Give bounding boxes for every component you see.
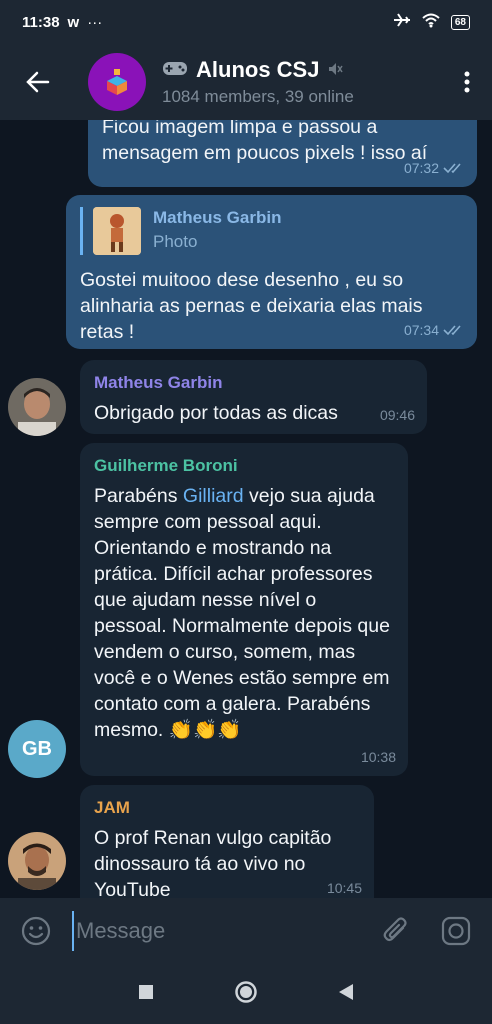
arrow-left-icon [26,71,50,93]
message-text: O prof Renan vulgo capitão dinossauro tá… [94,827,332,898]
message-incoming[interactable]: Guilherme Boroni Parabéns Gilliard vejo … [80,443,408,776]
message-time: 10:38 [360,749,396,765]
muted-icon [327,57,344,83]
message-incoming[interactable]: Matheus Garbin Obrigado por todas as dic… [80,360,427,434]
status-bar: 11:38 w ··· 68 [0,0,492,44]
reply-media-type: Photo [153,232,198,251]
message-list[interactable]: Ficou imagem limpa e passou a mensagem e… [0,120,492,898]
circle-icon [235,980,257,1003]
more-notifications-icon: ··· [87,13,103,31]
message-sender: Matheus Garbin [94,373,223,392]
back-button[interactable] [0,44,76,120]
message-input[interactable] [72,911,366,951]
group-logo-icon [107,69,127,95]
user-mention[interactable]: Gilliard [183,485,244,507]
reply-preview[interactable]: Matheus Garbin Photo [80,207,463,255]
recents-button[interactable] [138,984,154,1005]
smiley-icon [21,916,51,946]
chat-title: Alunos CSJ [196,57,320,82]
home-button[interactable] [234,980,258,1009]
avatar-guilherme-boroni[interactable]: GB [8,720,66,778]
camera-icon [441,916,471,946]
chat-header: Alunos CSJ 1084 members, 39 online [0,44,492,120]
square-icon [139,984,153,999]
double-check-icon [443,325,461,336]
wifi-icon [421,12,441,32]
triangle-back-icon [339,983,353,1000]
emoji-button[interactable] [0,898,72,964]
system-nav-bar [0,964,492,1024]
group-avatar[interactable] [88,53,146,111]
message-composer [0,898,492,964]
attach-button[interactable] [366,898,426,964]
message-text: Obrigado por todas as dicas [94,402,338,424]
avatar-jam[interactable] [8,832,66,890]
reply-sender: Matheus Garbin [153,208,282,227]
app-w-icon: w [67,13,80,31]
chat-title-area[interactable]: Alunos CSJ 1084 members, 39 online [162,57,442,107]
message-time: 09:46 [379,407,415,423]
message-incoming[interactable]: JAM O prof Renan vulgo capitão dinossaur… [80,785,374,898]
message-outgoing[interactable]: Matheus Garbin Photo Gostei muitooo dese… [66,195,477,349]
message-outgoing[interactable]: Ficou imagem limpa e passou a mensagem e… [88,120,477,187]
avatar-initials: GB [22,737,52,760]
paperclip-icon [383,917,407,942]
camera-button[interactable] [426,898,486,964]
message-sender: JAM [94,798,130,817]
message-time: 07:32 [403,160,439,176]
gamepad-icon [162,57,188,83]
battery-icon: 68 [450,14,470,30]
message-text: Parabéns Gilliard vejo sua ajuda sempre … [94,485,390,741]
double-check-icon [443,163,461,174]
message-time: 07:34 [403,322,439,338]
avatar-matheus-garbin[interactable] [8,378,66,436]
more-menu-button[interactable] [442,44,492,120]
system-back-button[interactable] [338,983,354,1006]
chat-subtitle: 1084 members, 39 online [162,87,354,106]
more-vertical-icon [464,71,470,93]
message-time: 10:45 [326,880,362,896]
message-sender: Guilherme Boroni [94,456,238,475]
status-time: 11:38 [22,13,60,31]
airplane-icon [393,12,411,32]
reply-photo-thumbnail [93,207,141,255]
